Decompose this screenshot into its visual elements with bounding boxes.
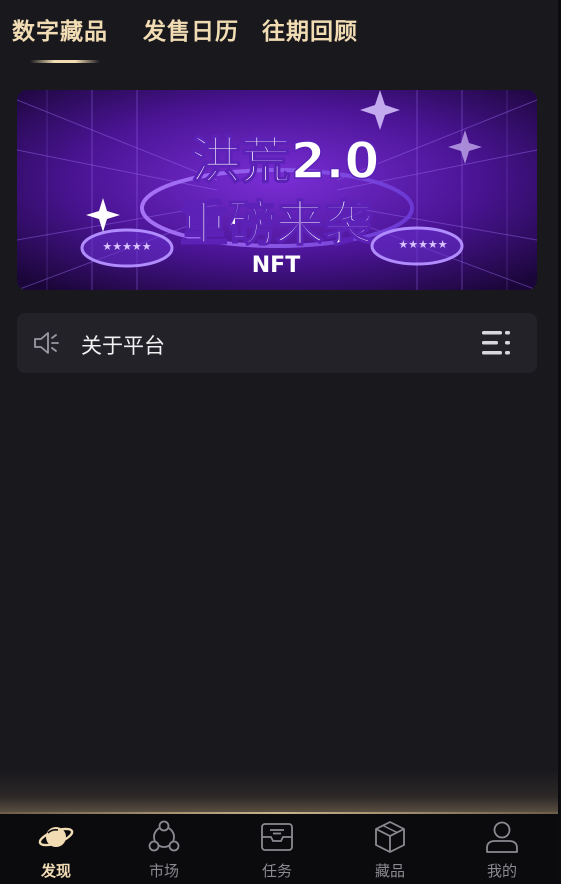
tab-release-calendar[interactable]: 发售日历 — [143, 12, 239, 46]
top-tab-bar: 数字藏品 发售日历 往期回顾 — [0, 0, 558, 63]
nav-label-market: 市场 — [148, 862, 179, 880]
bottom-glow — [0, 770, 558, 814]
nav-item-discover[interactable]: 发现 — [0, 814, 112, 884]
tab-past-review[interactable]: 往期回顾 — [262, 12, 358, 46]
promo-banner[interactable]: ★★★★★ ★★★★★ 洪荒2.0 重磅来袭 NFT — [17, 90, 537, 290]
box-icon — [375, 821, 405, 853]
list-menu-icon[interactable] — [481, 329, 511, 357]
network-icon — [148, 820, 180, 852]
banner-artwork: ★★★★★ ★★★★★ 洪荒2.0 重磅来袭 NFT — [17, 90, 537, 290]
nav-label-tasks: 任务 — [261, 862, 292, 880]
user-icon — [486, 821, 518, 853]
banner-tag: NFT — [252, 253, 300, 278]
planet-icon — [38, 827, 74, 847]
left-stars: ★★★★★ — [102, 240, 151, 253]
tab-digital-collectibles[interactable]: 数字藏品 — [12, 12, 108, 46]
nav-item-tasks[interactable]: 任务 — [221, 814, 333, 884]
nav-label-collection: 藏品 — [374, 862, 405, 880]
nav-item-collection[interactable]: 藏品 — [334, 814, 446, 884]
bottom-navigation: 发现 市场 任务 藏品 我的 — [0, 814, 558, 884]
speaker-icon — [34, 332, 59, 354]
banner-title-line2: 重磅来袭 — [180, 196, 373, 252]
right-stars: ★★★★★ — [398, 238, 447, 251]
app-page: 数字藏品 发售日历 往期回顾 ★★★★★ ★★★★★ 洪荒2.0 重磅来袭 NF… — [0, 0, 561, 884]
active-tab-indicator — [30, 60, 100, 63]
nav-label-mine: 我的 — [486, 862, 517, 880]
nav-item-market[interactable]: 市场 — [108, 814, 220, 884]
banner-title-line1: 洪荒2.0 — [191, 132, 380, 190]
announcement-bar[interactable]: 关于平台 — [17, 313, 537, 373]
announcement-text: 关于平台 — [81, 334, 165, 358]
nav-label-discover: 发现 — [40, 862, 71, 880]
nav-item-mine[interactable]: 我的 — [446, 814, 558, 884]
inbox-icon — [261, 823, 293, 851]
